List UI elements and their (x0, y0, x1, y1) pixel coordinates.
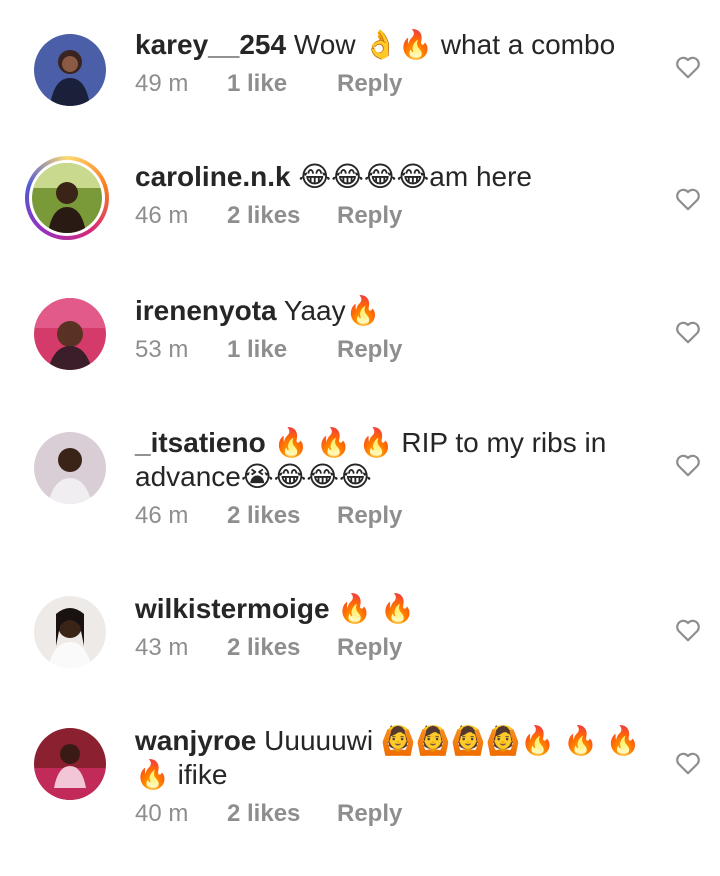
heart-icon[interactable] (675, 320, 701, 344)
comment-likes[interactable]: 1 like (227, 70, 337, 98)
avatar[interactable] (34, 34, 106, 106)
avatar[interactable] (34, 728, 106, 800)
comment-text-line: caroline.n.k 😂😂😂😂am here (135, 160, 655, 194)
heart-icon[interactable] (675, 187, 701, 211)
comment-meta: 53 m 1 like Reply (135, 336, 655, 364)
comment-body: wanjyroe Uuuuuwi 🙆🙆🙆🙆🔥 🔥 🔥 🔥 ifike 40 m 2… (135, 724, 655, 828)
comment-username[interactable]: caroline.n.k (135, 161, 291, 192)
comments-list: karey__254 Wow 👌🔥 what a combo 49 m 1 lik… (0, 0, 720, 876)
comment-likes[interactable]: 2 likes (227, 634, 337, 662)
comment-text-line: _itsatieno 🔥 🔥 🔥 RIP to my ribs in (135, 426, 655, 460)
reply-button[interactable]: Reply (337, 800, 402, 828)
comment-text: 😂😂😂😂am here (298, 161, 532, 192)
comment-text-line: wanjyroe Uuuuuwi 🙆🙆🙆🙆🔥 🔥 🔥 (135, 724, 655, 758)
comment-meta: 40 m 2 likes Reply (135, 800, 655, 828)
avatar[interactable] (34, 432, 106, 504)
comment-time: 53 m (135, 336, 189, 363)
heart-icon[interactable] (675, 618, 701, 642)
comment-likes[interactable]: 2 likes (227, 202, 337, 230)
comment-time: 49 m (135, 70, 189, 97)
avatar[interactable] (34, 298, 106, 370)
comment-text: 🔥 🔥 (337, 593, 415, 624)
comment-meta: 46 m 2 likes Reply (135, 502, 655, 530)
avatar[interactable] (25, 156, 109, 240)
comment-body: karey__254 Wow 👌🔥 what a combo 49 m 1 lik… (135, 28, 655, 98)
comment-username[interactable]: irenenyota (135, 295, 277, 326)
reply-button[interactable]: Reply (337, 634, 402, 662)
reply-button[interactable]: Reply (337, 502, 402, 530)
comment-text-line-2: advance😭😂😂😂 (135, 460, 655, 494)
comment-username[interactable]: wanjyroe (135, 725, 256, 756)
comment-meta: 43 m 2 likes Reply (135, 634, 655, 662)
comment-username[interactable]: karey__254 (135, 29, 286, 60)
comment-meta: 49 m 1 like Reply (135, 70, 655, 98)
comment-likes[interactable]: 2 likes (227, 502, 337, 530)
comment-text-continued: 🔥 ifike (135, 759, 228, 790)
comment-likes[interactable]: 1 like (227, 336, 337, 364)
avatar[interactable] (34, 596, 106, 668)
comment-time: 40 m (135, 800, 189, 827)
comment-time: 43 m (135, 634, 189, 661)
comment-text: Uuuuuwi 🙆🙆🙆🙆🔥 🔥 🔥 (264, 725, 641, 756)
comment-body: _itsatieno 🔥 🔥 🔥 RIP to my ribs in advan… (135, 426, 655, 530)
comment-text-line: wilkistermoige 🔥 🔥 (135, 592, 655, 626)
comment-text-line: karey__254 Wow 👌🔥 what a combo (135, 28, 655, 62)
reply-button[interactable]: Reply (337, 70, 402, 98)
comment-body: caroline.n.k 😂😂😂😂am here 46 m 2 likes Repl… (135, 160, 655, 230)
comment-text: Wow 👌🔥 what a combo (293, 29, 616, 60)
comment-likes[interactable]: 2 likes (227, 800, 337, 828)
heart-icon[interactable] (675, 453, 701, 477)
comment-username[interactable]: _itsatieno (135, 427, 266, 458)
comment-time: 46 m (135, 202, 189, 229)
comment-time: 46 m (135, 502, 189, 529)
comment-text: 🔥 🔥 🔥 RIP to my ribs in (273, 427, 607, 458)
comment-text-continued: advance😭😂😂😂 (135, 461, 372, 492)
heart-icon[interactable] (675, 751, 701, 775)
comment-username[interactable]: wilkistermoige (135, 593, 330, 624)
reply-button[interactable]: Reply (337, 336, 402, 364)
comment-body: wilkistermoige 🔥 🔥 43 m 2 likes Reply (135, 592, 655, 662)
comment-text-line: irenenyota Yaay🔥 (135, 294, 655, 328)
comment-body: irenenyota Yaay🔥 53 m 1 like Reply (135, 294, 655, 364)
comment-text-line-2: 🔥 ifike (135, 758, 655, 792)
comment-text: Yaay🔥 (283, 295, 381, 326)
reply-button[interactable]: Reply (337, 202, 402, 230)
comment-meta: 46 m 2 likes Reply (135, 202, 655, 230)
heart-icon[interactable] (675, 55, 701, 79)
